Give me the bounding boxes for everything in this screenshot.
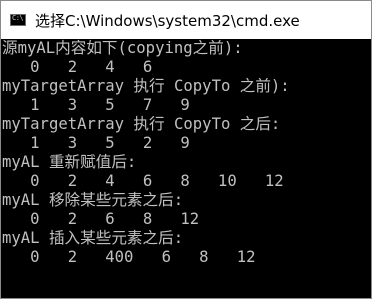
cmd-window: 选择C:\Windows\system32\cmd.exe 源myAL内容如下(… [0, 0, 372, 299]
window-title: 选择C:\Windows\system32\cmd.exe [35, 11, 300, 30]
console-line: 1 3 5 2 9 [2, 134, 190, 152]
console-line: myTargetArray 执行 CopyTo 之后: [2, 115, 281, 133]
console-line: 0 2 4 6 8 10 12 [2, 172, 284, 190]
console-line: myAL 重新赋值后: [2, 153, 137, 171]
console-line: 0 2 400 6 8 12 [2, 248, 256, 266]
console-line: 1 3 5 7 9 [2, 96, 190, 114]
title-bar[interactable]: 选择C:\Windows\system32\cmd.exe [1, 1, 371, 39]
console-line: myAL 插入某些元素之后: [2, 229, 184, 247]
console-line: 0 2 4 6 [2, 58, 153, 76]
console-line: 0 2 6 8 12 [2, 210, 200, 228]
console-line: myTargetArray 执行 CopyTo 之前): [2, 77, 290, 95]
console-output[interactable]: 源myAL内容如下(copying之前): 0 2 4 6 myTargetAr… [1, 39, 371, 298]
cmd-console-icon[interactable] [10, 14, 26, 26]
console-line: 源myAL内容如下(copying之前): [2, 39, 243, 57]
console-line: myAL 移除某些元素之后: [2, 191, 184, 209]
